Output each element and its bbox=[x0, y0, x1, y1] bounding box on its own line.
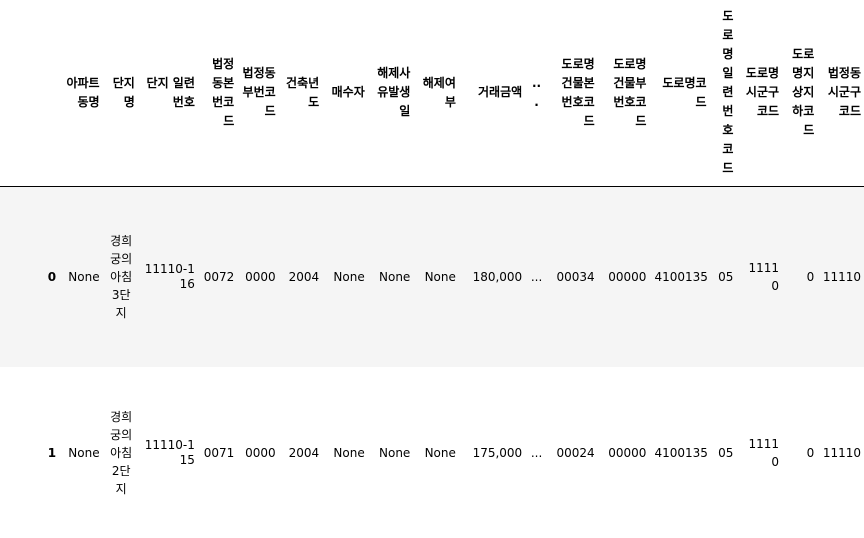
column-header: 도로명지상지하코드 bbox=[783, 0, 819, 187]
column-header: 단지명 bbox=[103, 0, 139, 187]
ellipsis-column-header: ... bbox=[526, 0, 547, 187]
table-cell: 0071 bbox=[203, 445, 235, 460]
table-cell: 0000 bbox=[245, 269, 276, 284]
table-cell: 경희궁의아침2단지 bbox=[110, 409, 133, 496]
table-cell: 11110 bbox=[748, 436, 780, 469]
column-header: 도로명건물본번호코드 bbox=[546, 0, 599, 187]
column-header: 해제사유발생일 bbox=[368, 0, 415, 187]
table-cell: 05 bbox=[718, 445, 734, 460]
header-row: 아파트 동명 단지명 단지 일련번호 법정동본번코드 법정동부번코드 건축년도 … bbox=[0, 0, 864, 187]
table-cell: 11110-116 bbox=[144, 261, 195, 291]
column-header: 해제여부 bbox=[414, 0, 460, 187]
table-cell: 180,000 bbox=[472, 269, 523, 284]
table-cell: 00034 bbox=[556, 269, 595, 284]
column-header: 법정동시군구코드 bbox=[818, 0, 864, 187]
table-cell: 00000 bbox=[608, 445, 647, 460]
table-cell: 05 bbox=[718, 269, 734, 284]
column-header: 도로명일련번호코드 bbox=[710, 0, 738, 187]
table-cell: 경희궁의아침3단지 bbox=[110, 233, 133, 320]
table-cell: 11110 bbox=[748, 260, 780, 293]
column-header: 거래금액 bbox=[459, 0, 527, 187]
table-cell: None bbox=[379, 445, 411, 460]
table-cell: None bbox=[333, 445, 365, 460]
column-header: 건축년도 bbox=[279, 0, 324, 187]
table-cell: None bbox=[424, 269, 456, 284]
table-cell: 00000 bbox=[608, 269, 647, 284]
table-cell: 0000 bbox=[245, 445, 276, 460]
column-header: 도로명코드 bbox=[650, 0, 711, 187]
table-cell: None bbox=[424, 445, 456, 460]
table-row: 0 None 경희궁의아침3단지 11110-116 0072 0000 200… bbox=[0, 186, 864, 367]
row-index: 1 bbox=[47, 445, 57, 460]
table-cell: None bbox=[333, 269, 365, 284]
table-cell: 0072 bbox=[203, 269, 235, 284]
column-header: 도로명시군구코드 bbox=[737, 0, 784, 187]
table-cell: None bbox=[379, 269, 411, 284]
table-cell: 0 bbox=[806, 445, 815, 460]
table-cell: 4100135 bbox=[654, 269, 708, 284]
table-cell: 00024 bbox=[556, 445, 595, 460]
column-header: 아파트 동명 bbox=[60, 0, 104, 187]
table-cell: 11110 bbox=[822, 445, 861, 460]
table-cell: 2004 bbox=[288, 269, 320, 284]
table-row: 1 None 경희궁의아침2단지 11110-115 0071 0000 200… bbox=[0, 367, 864, 538]
table-cell: 4100135 bbox=[654, 445, 708, 460]
table-cell: 175,000 bbox=[472, 445, 523, 460]
row-index: 0 bbox=[47, 269, 57, 284]
index-header bbox=[0, 0, 61, 187]
dataframe-output: 아파트 동명 단지명 단지 일련번호 법정동본번코드 법정동부번코드 건축년도 … bbox=[0, 0, 864, 538]
table-cell: None bbox=[68, 269, 100, 284]
column-header: 매수자 bbox=[323, 0, 369, 187]
table-cell: 0 bbox=[806, 269, 815, 284]
table-cell: 2004 bbox=[288, 445, 320, 460]
table-cell: None bbox=[68, 445, 100, 460]
dataframe-table: 아파트 동명 단지명 단지 일련번호 법정동본번코드 법정동부번코드 건축년도 … bbox=[0, 0, 864, 538]
table-cell: 11110 bbox=[822, 269, 861, 284]
ellipsis-cell: ... bbox=[530, 445, 543, 460]
table-cell: 11110-115 bbox=[144, 437, 195, 467]
ellipsis-cell: ... bbox=[530, 269, 543, 284]
column-header: 법정동본번코드 bbox=[198, 0, 239, 187]
column-header: 단지 일련번호 bbox=[138, 0, 199, 187]
column-header: 도로명건물부번호코드 bbox=[598, 0, 651, 187]
column-header: 법정동부번코드 bbox=[238, 0, 280, 187]
